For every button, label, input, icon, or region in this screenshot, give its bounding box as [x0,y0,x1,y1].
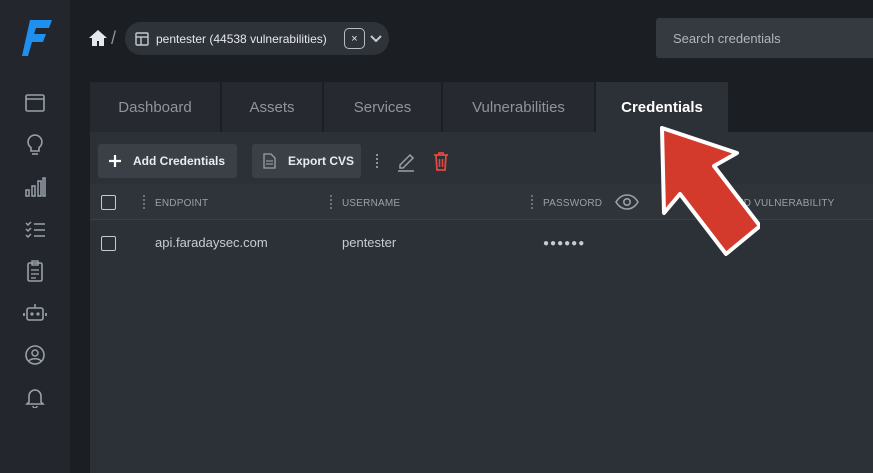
toolbar-divider [376,154,378,168]
workspace-label: pentester (44538 vulnerabilities) [156,31,327,46]
window-icon[interactable] [22,90,48,116]
cell-username: pentester [342,235,397,250]
plus-icon [109,155,121,167]
add-credentials-label: Add Credentials [133,154,226,168]
tab-bar: Dashboard Assets Services Vulnerabilitie… [90,82,728,132]
faraday-logo[interactable] [22,18,54,58]
column-divider[interactable] [531,195,533,209]
export-cvs-button[interactable]: Export CVS [252,144,361,178]
breadcrumb-separator: / [111,28,117,48]
workspace-icon [135,31,149,46]
add-credentials-button[interactable]: Add Credentials [98,144,237,178]
search-box [656,18,873,58]
delete-icon[interactable] [431,150,451,172]
cell-password: ●●●●●● [543,238,586,249]
bell-icon[interactable] [22,384,48,410]
document-icon [263,153,276,169]
search-input[interactable] [656,18,873,58]
user-circle-icon[interactable] [22,342,48,368]
close-icon[interactable]: × [344,28,365,49]
edit-icon[interactable] [396,150,416,172]
checklist-icon[interactable] [22,216,48,242]
row-checkbox[interactable] [101,236,116,251]
column-password[interactable]: PASSWORD [543,198,602,209]
column-endpoint[interactable]: ENDPOINT [155,198,208,209]
cell-endpoint: api.faradaysec.com [155,235,268,250]
export-cvs-label: Export CVS [288,154,355,168]
home-icon[interactable] [88,28,108,48]
tab-vulnerabilities[interactable]: Vulnerabilities [443,82,596,132]
sidebar [0,0,70,473]
tab-assets[interactable]: Assets [222,82,324,132]
annotation-arrow [660,126,760,256]
chevron-down-icon[interactable] [369,31,383,45]
tab-services[interactable]: Services [324,82,443,132]
eye-icon[interactable] [615,193,639,211]
lightbulb-icon[interactable] [22,132,48,158]
robot-icon[interactable] [22,300,48,326]
select-all-checkbox[interactable] [101,195,116,210]
clipboard-icon[interactable] [22,258,48,284]
column-divider[interactable] [330,195,332,209]
workspace-selector[interactable]: pentester (44538 vulnerabilities) × [125,22,389,55]
tab-dashboard[interactable]: Dashboard [90,82,222,132]
column-divider[interactable] [143,195,145,209]
bar-chart-icon[interactable] [22,174,48,200]
column-username[interactable]: USERNAME [342,198,400,209]
